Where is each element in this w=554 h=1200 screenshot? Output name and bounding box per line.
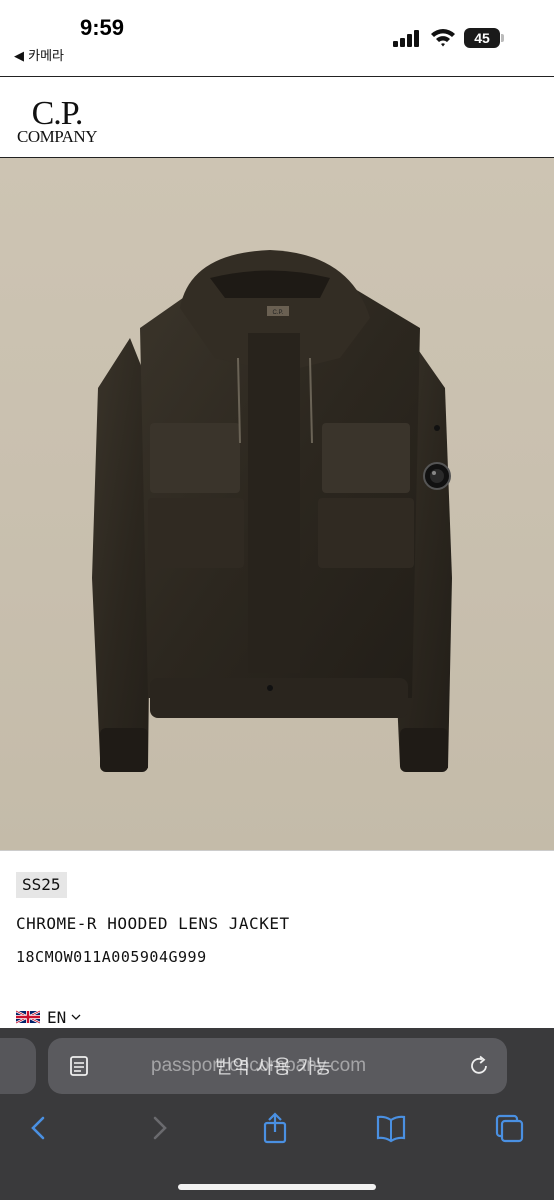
season-badge: SS25 (16, 872, 67, 898)
cellular-signal-icon (393, 30, 419, 47)
home-indicator[interactable] (178, 1184, 376, 1190)
language-selector[interactable]: EN (16, 1006, 81, 1028)
reload-icon[interactable] (468, 1055, 490, 1077)
page-menu-icon[interactable] (68, 1055, 90, 1077)
back-icon[interactable] (24, 1112, 54, 1144)
svg-text:C.P.: C.P. (273, 310, 284, 316)
product-code: 18CMOW011A005904G999 (16, 948, 207, 966)
share-icon[interactable] (260, 1112, 290, 1144)
bookmarks-icon[interactable] (376, 1112, 406, 1144)
product-title: CHROME-R HOODED LENS JACKET (16, 914, 290, 933)
clock: 9:59 (80, 15, 125, 40)
chevron-down-icon (71, 1014, 81, 1020)
status-bar: 9:59 ◀ 카메라 45 (0, 0, 554, 70)
translation-available-hint: 번역 사용 가능 (215, 1056, 332, 1078)
forward-icon[interactable] (144, 1112, 174, 1144)
language-label: EN (47, 1007, 67, 1027)
tabs-icon[interactable] (494, 1112, 524, 1144)
previous-tab-preview[interactable] (0, 1038, 36, 1094)
cp-company-logo[interactable]: C.P. COMPANY (14, 92, 100, 146)
wifi-icon (431, 29, 455, 47)
jacket-illustration: C.P. (92, 250, 452, 772)
product-info-panel (0, 850, 554, 1031)
back-to-camera-link[interactable]: ◀ 카메라 (14, 45, 64, 64)
product-image[interactable]: C.P. (0, 158, 554, 850)
uk-flag-icon (16, 1009, 40, 1025)
battery-icon: 45 (464, 28, 506, 48)
battery-level: 45 (474, 30, 490, 46)
svg-text:COMPANY: COMPANY (17, 127, 97, 146)
